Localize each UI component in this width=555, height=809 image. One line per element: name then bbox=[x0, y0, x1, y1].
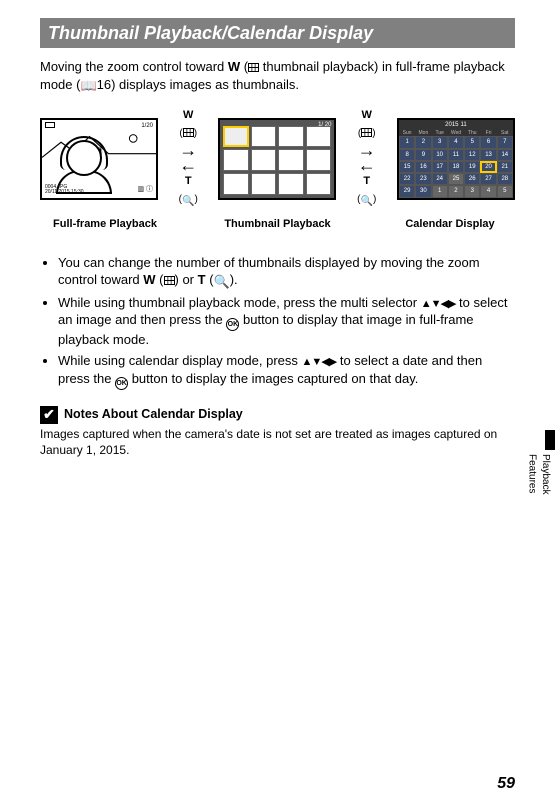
w-glyph-1: () bbox=[179, 127, 197, 141]
section-heading: Thumbnail Playback/Calendar Display bbox=[40, 18, 515, 48]
bullet-2: While using thumbnail playback mode, pre… bbox=[58, 294, 515, 349]
calendar-selected-day: 20 bbox=[480, 161, 496, 173]
dow-thu: Thu bbox=[464, 130, 480, 137]
calendar-header: 2015 11 bbox=[399, 120, 513, 130]
thumbnail-screen: 1/ 20 bbox=[218, 118, 336, 200]
w-label-1: W bbox=[183, 109, 193, 121]
full-frame-figure: 1/20 ▣ 0004.JPG 20/11/2015 15:30 ▥ ⓘ bbox=[40, 118, 158, 200]
t-label-2: T bbox=[363, 175, 370, 187]
thumbnail-figure: 1/ 20 bbox=[218, 118, 336, 200]
t-glyph-1: (🔍) bbox=[179, 193, 198, 209]
bullet-1: You can change the number of thumbnails … bbox=[58, 254, 515, 291]
zoom-arrows-2: W () → ← T (🔍) bbox=[357, 108, 376, 208]
page-number: 59 bbox=[497, 773, 515, 795]
calendar-screen: 2015 11 Sun Mon Tue Wed Thu Fri Sat 1234… bbox=[397, 118, 515, 200]
arrow-right-1: → bbox=[179, 145, 197, 156]
calendar-grid: 1234567 891011121314 15161718192021 2223… bbox=[399, 136, 513, 197]
bullet-list: You can change the number of thumbnails … bbox=[40, 254, 515, 390]
datetime: 20/11/2015 15:30 bbox=[45, 190, 84, 196]
bullet-3: While using calendar display mode, press… bbox=[58, 352, 515, 390]
calendar-dow-row: Sun Mon Tue Wed Thu Fri Sat bbox=[399, 130, 513, 137]
side-tab: Playback Features bbox=[531, 430, 555, 530]
dow-tue: Tue bbox=[432, 130, 448, 137]
calendar-figure: 2015 11 Sun Mon Tue Wed Thu Fri Sat 1234… bbox=[397, 118, 515, 200]
calendar-month: 11 bbox=[461, 121, 467, 129]
magnify-icon: 🔍 bbox=[214, 273, 230, 291]
multi-selector-arrows-icon: ▲▼◀▶ bbox=[302, 356, 337, 368]
manual-ref-icon: 📖 bbox=[80, 77, 96, 95]
dow-wed: Wed bbox=[448, 130, 464, 137]
w-label-2: W bbox=[362, 109, 372, 121]
side-tab-label: Playback Features bbox=[525, 454, 552, 530]
ok-button-icon: OK bbox=[226, 318, 239, 331]
thumbnail-grid-icon bbox=[164, 276, 175, 285]
w-glyph-2: () bbox=[358, 127, 376, 141]
ok-button-icon: OK bbox=[115, 377, 128, 390]
thumbnail-selected bbox=[223, 126, 249, 148]
caption-full: Full-frame Playback bbox=[40, 217, 170, 232]
intro-text-1: Moving the zoom control toward bbox=[40, 59, 228, 74]
dow-mon: Mon bbox=[415, 130, 431, 137]
arrow-left-1: ← bbox=[179, 160, 197, 171]
full-frame-screen: 1/20 ▣ 0004.JPG 20/11/2015 15:30 ▥ ⓘ bbox=[40, 118, 158, 200]
note-check-icon: ✔ bbox=[40, 406, 58, 424]
arrow-left-2: ← bbox=[358, 160, 376, 171]
t-glyph-2: (🔍) bbox=[357, 193, 376, 209]
note-body: Images captured when the camera's date i… bbox=[40, 426, 515, 458]
side-tab-marker bbox=[545, 430, 555, 450]
dow-sun: Sun bbox=[399, 130, 415, 137]
arrow-right-2: → bbox=[358, 145, 376, 156]
caption-cal: Calendar Display bbox=[385, 217, 515, 232]
battery-icon bbox=[45, 122, 55, 128]
full-frame-info: 0004.JPG 20/11/2015 15:30 bbox=[45, 185, 84, 196]
t-label-1: T bbox=[185, 175, 192, 187]
intro-paragraph: Moving the zoom control toward W ( thumb… bbox=[40, 58, 515, 94]
dow-sat: Sat bbox=[497, 130, 513, 137]
figure-row: 1/20 ▣ 0004.JPG 20/11/2015 15:30 ▥ ⓘ W (… bbox=[40, 108, 515, 208]
calendar-year: 2015 bbox=[445, 121, 458, 129]
full-frame-bottom-icons: ▥ ⓘ bbox=[137, 185, 153, 194]
note-heading: ✔ Notes About Calendar Display bbox=[40, 406, 515, 424]
multi-selector-arrows-icon: ▲▼◀▶ bbox=[421, 298, 456, 310]
dow-fri: Fri bbox=[480, 130, 496, 137]
intro-ref-text: 16) displays images as thumbnails. bbox=[97, 77, 299, 92]
caption-row: Full-frame Playback Thumbnail Playback C… bbox=[40, 217, 515, 232]
note-title: Notes About Calendar Display bbox=[64, 406, 243, 423]
intro-w-symbol: W bbox=[228, 59, 240, 74]
thumb-counter: 1/ 20 bbox=[318, 121, 331, 129]
zoom-arrows-1: W () → ← T (🔍) bbox=[179, 108, 198, 208]
thumbnail-grid-icon bbox=[248, 63, 259, 72]
full-frame-counter: 1/20 bbox=[141, 122, 153, 130]
caption-thumb: Thumbnail Playback bbox=[170, 217, 385, 232]
